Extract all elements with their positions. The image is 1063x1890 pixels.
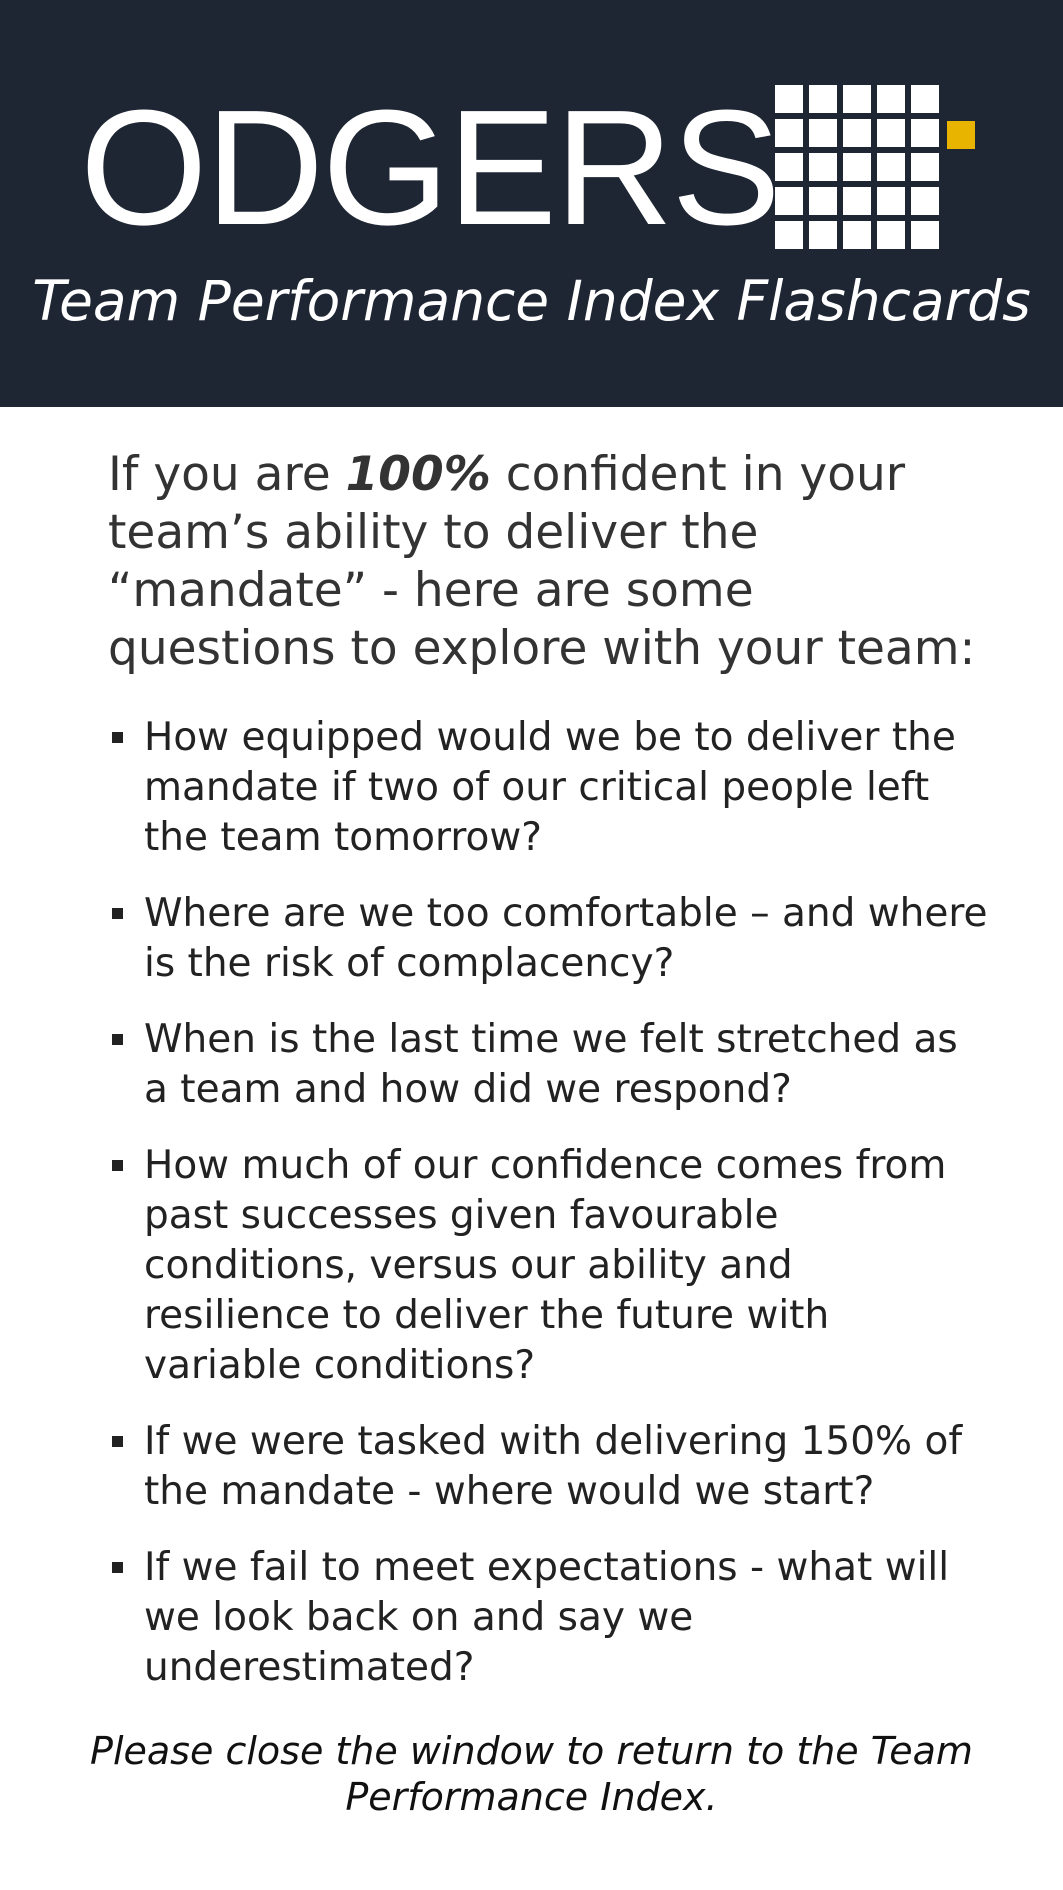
question-list: How equipped would we be to deliver the … [108,713,988,1719]
page-title: Team Performance Index Flashcards [32,269,1031,333]
square-bullet-icon [112,1034,123,1045]
header-banner: ODGERS Team Performance Index Flashcards [0,0,1063,407]
logo-grid-icon [775,85,975,249]
question-item: If we fail to meet expectations - what w… [108,1543,988,1693]
square-bullet-icon [112,732,123,743]
intro-emphasis: 100% [345,447,491,502]
logo-accent-square [947,121,975,149]
question-text: If we were tasked with delivering 150% o… [144,1419,963,1514]
question-text: How equipped would we be to deliver the … [144,715,956,860]
intro-paragraph: If you are 100% confident in your team’s… [108,446,988,678]
question-item: Where are we too comfortable – and where… [108,889,988,989]
question-text: If we fail to meet expectations - what w… [144,1545,950,1690]
square-bullet-icon [112,1436,123,1447]
intro-text-before: If you are [108,447,346,502]
square-bullet-icon [112,1160,123,1171]
question-item: How much of our confidence comes from pa… [108,1141,988,1391]
question-text: When is the last time we felt stretched … [144,1017,958,1112]
square-bullet-icon [112,908,123,919]
question-item: How equipped would we be to deliver the … [108,713,988,863]
odgers-logo: ODGERS [80,76,781,259]
question-item: If we were tasked with delivering 150% o… [108,1417,988,1517]
square-bullet-icon [112,1562,123,1573]
closing-instruction: Please close the window to return to the… [90,1729,973,1819]
question-text: How much of our confidence comes from pa… [144,1143,947,1388]
question-text: Where are we too comfortable – and where… [144,891,988,986]
question-item: When is the last time we felt stretched … [108,1015,988,1115]
